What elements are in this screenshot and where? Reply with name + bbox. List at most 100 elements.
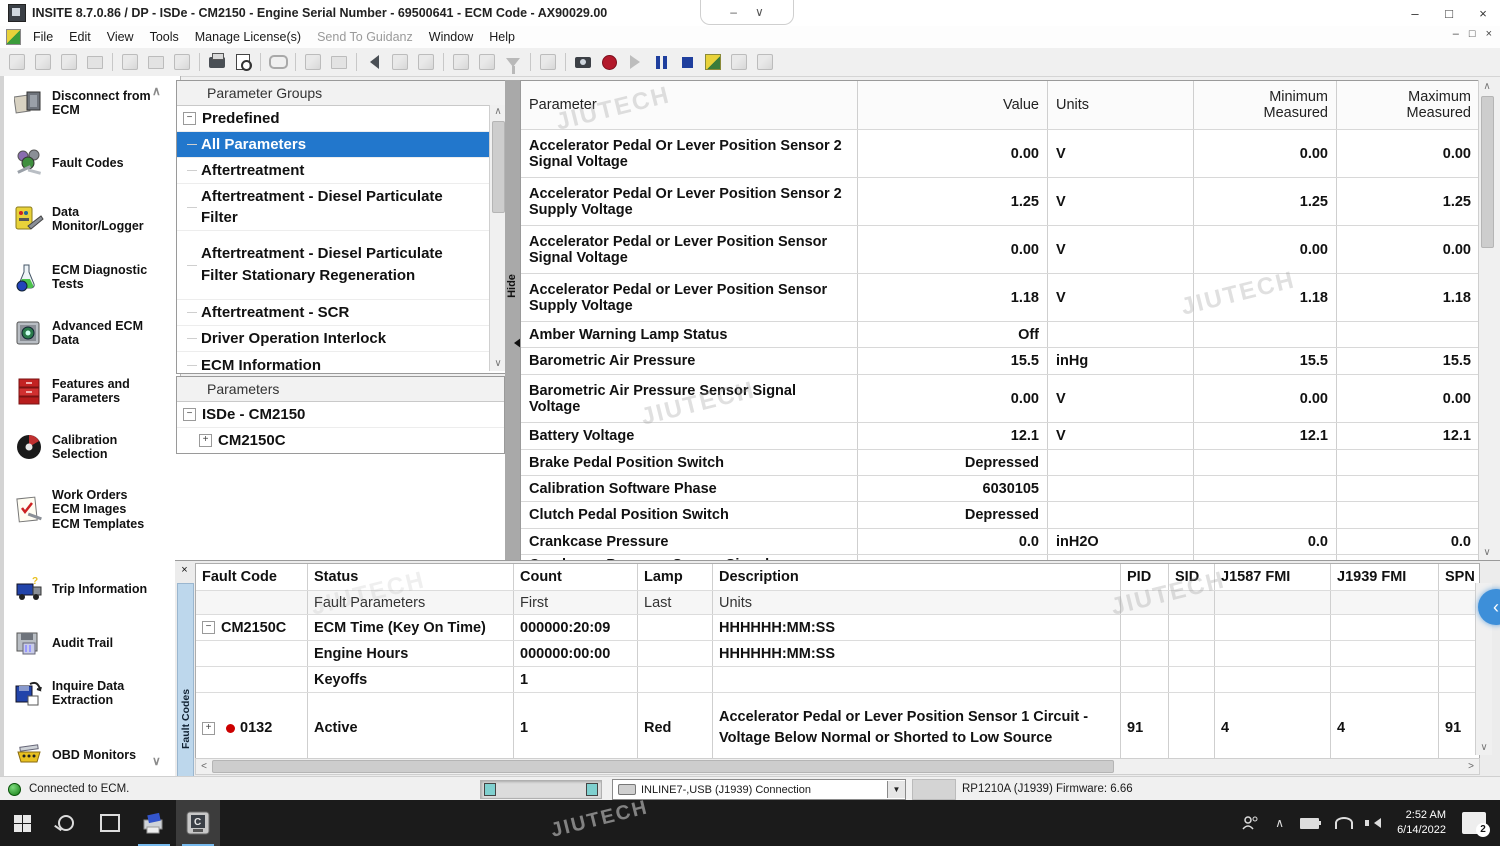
fault-group-row[interactable]: −CM2150C ECM Time (Key On Time) 000000:2… — [196, 615, 1479, 641]
column-header-spn[interactable]: SPN — [1439, 564, 1479, 590]
sidebar-item-trip-information[interactable]: ? Trip Information — [14, 574, 168, 604]
column-header-description[interactable]: Description — [713, 564, 1121, 590]
audio-alert-icon[interactable] — [362, 51, 386, 73]
scroll-down-icon[interactable]: ∨ — [1479, 546, 1495, 560]
scroll-left-icon[interactable]: < — [196, 761, 212, 772]
scrollbar-thumb[interactable] — [1481, 96, 1494, 248]
taskbar-app-insite[interactable]: C — [176, 800, 220, 846]
play-icon[interactable] — [623, 51, 647, 73]
view-grid-icon[interactable] — [727, 51, 751, 73]
export-icon[interactable] — [449, 51, 473, 73]
battery-icon[interactable] — [1300, 818, 1319, 829]
column-header-count[interactable]: Count — [514, 564, 638, 590]
tree-node-aftertreatment-scr[interactable]: Aftertreatment - SCR — [177, 300, 506, 326]
column-header-fault-code[interactable]: Fault Code — [196, 564, 308, 590]
table-row[interactable]: Barometric Air Pressure Sensor Signal Vo… — [521, 375, 1479, 423]
tree-node-ecm-information[interactable]: ECM Information — [177, 352, 506, 378]
new-page-icon[interactable] — [536, 51, 560, 73]
close-button[interactable]: × — [1466, 1, 1500, 25]
sidebar-item-obd-monitors[interactable]: OBD Monitors — [14, 740, 168, 770]
hide-tab-label[interactable]: Hide — [506, 259, 518, 313]
fault-codes-vertical-tab[interactable]: Fault Codes — [177, 583, 194, 781]
edit-icon[interactable] — [57, 51, 81, 73]
tree-node-isde-cm2150[interactable]: − ISDe - CM2150 — [177, 402, 504, 428]
taskbar-search-button[interactable] — [44, 800, 88, 846]
sidebar-item-audit-trail[interactable]: Audit Trail — [14, 628, 168, 658]
menu-view[interactable]: View — [99, 28, 142, 46]
tab-expand-button[interactable]: ∨ — [755, 5, 764, 19]
reset-icon[interactable] — [5, 51, 29, 73]
cut-icon[interactable] — [118, 51, 142, 73]
snapshot-camera-icon[interactable] — [571, 51, 595, 73]
column-header-maximum[interactable]: Maximum Measured — [1337, 81, 1479, 129]
menu-edit[interactable]: Edit — [61, 28, 99, 46]
connect-icon[interactable] — [327, 51, 351, 73]
column-header-sid[interactable]: SID — [1169, 564, 1215, 590]
table-row[interactable]: Accelerator Pedal Or Lever Position Sens… — [521, 130, 1479, 178]
column-header-value[interactable]: Value — [858, 81, 1048, 129]
menu-manage-licenses[interactable]: Manage License(s) — [187, 28, 309, 46]
scrollbar-thumb[interactable] — [492, 121, 505, 213]
import-icon[interactable] — [475, 51, 499, 73]
tray-expand-chevron-icon[interactable]: ∧ — [1275, 816, 1284, 830]
maximize-button[interactable]: □ — [1432, 1, 1466, 25]
hide-splitter[interactable]: Hide — [505, 80, 520, 560]
speaker-icon[interactable] — [1369, 818, 1381, 828]
scroll-down-icon[interactable]: ∨ — [1476, 741, 1492, 755]
column-header-parameter[interactable]: Parameter — [521, 81, 858, 129]
mdi-close-button[interactable]: × — [1486, 28, 1492, 40]
refresh-icon[interactable] — [301, 51, 325, 73]
tree-node-aftertreatment-dpf-stationary[interactable]: Aftertreatment - Diesel Particulate Filt… — [177, 231, 506, 300]
sidebar-item-advanced-ecm-data[interactable]: Advanced ECM Data — [14, 318, 168, 348]
column-header-minimum[interactable]: Minimum Measured — [1194, 81, 1337, 129]
column-header-j1939-fmi[interactable]: J1939 FMI — [1331, 564, 1439, 590]
fault-row-0132[interactable]: +0132 Active 1 Red Accelerator Pedal or … — [196, 693, 1479, 761]
parameter-groups-scrollbar[interactable]: ∧ ∨ — [489, 105, 506, 371]
task-view-button[interactable] — [88, 800, 132, 846]
sidebar-item-features-parameters[interactable]: Features and Parameters — [14, 376, 168, 406]
table-row[interactable]: Accelerator Pedal or Lever Position Sens… — [521, 226, 1479, 274]
sidebar-item-calibration-selection[interactable]: Calibration Selection — [14, 432, 168, 462]
fault-group-row[interactable]: Engine Hours 000000:00:00 HHHHHH:MM:SS — [196, 641, 1479, 667]
connection-select[interactable]: INLINE7-,USB (J1939) Connection ▼ — [612, 779, 906, 800]
tab-collapse-button[interactable]: – — [730, 5, 737, 19]
copy-icon[interactable] — [144, 51, 168, 73]
fault-pane-close-icon[interactable]: × — [178, 564, 191, 577]
sidebar-item-data-monitor-logger[interactable]: Data Monitor/Logger — [14, 204, 168, 234]
ecm-image-icon[interactable] — [388, 51, 412, 73]
mdi-minimize-button[interactable]: – — [1453, 28, 1459, 40]
dropdown-arrow-icon[interactable]: ▼ — [887, 781, 905, 798]
collapse-expander-icon[interactable]: − — [202, 621, 215, 634]
sidebar-item-fault-codes[interactable]: Fault Codes — [14, 148, 168, 178]
table-row[interactable]: Calibration Software Phase 6030105 — [521, 476, 1479, 502]
print-icon[interactable] — [205, 51, 229, 73]
column-header-lamp[interactable]: Lamp — [638, 564, 713, 590]
menu-help[interactable]: Help — [481, 28, 523, 46]
parameter-table-scrollbar[interactable]: ∧ ∨ — [1478, 80, 1495, 560]
notification-center-icon[interactable]: 2 — [1462, 812, 1486, 834]
paste-icon[interactable] — [170, 51, 194, 73]
sidebar-item-work-orders[interactable]: Work Orders ECM Images ECM Templates — [14, 488, 168, 531]
wifi-icon[interactable] — [1335, 817, 1353, 829]
table-row[interactable]: Accelerator Pedal Or Lever Position Sens… — [521, 178, 1479, 226]
scroll-right-icon[interactable]: > — [1463, 761, 1479, 772]
menu-window[interactable]: Window — [421, 28, 481, 46]
column-header-j1587-fmi[interactable]: J1587 FMI — [1215, 564, 1331, 590]
tree-node-aftertreatment[interactable]: Aftertreatment — [177, 158, 506, 184]
tree-node-cm2150c[interactable]: + CM2150C — [177, 428, 504, 453]
fault-table-hscrollbar[interactable]: < > — [195, 758, 1480, 775]
pause-icon[interactable] — [649, 51, 673, 73]
table-row[interactable]: Brake Pedal Position Switch Depressed — [521, 450, 1479, 476]
start-button[interactable] — [0, 800, 44, 846]
find-icon[interactable] — [266, 51, 290, 73]
workorder-image-icon[interactable] — [83, 51, 107, 73]
sidebar-item-inquire-data-extraction[interactable]: Inquire Data Extraction — [14, 678, 168, 708]
print-preview-icon[interactable] — [231, 51, 255, 73]
column-header-status[interactable]: Status — [308, 564, 514, 590]
taskbar-clock[interactable]: 2:52 AM 6/14/2022 — [1397, 808, 1446, 838]
table-row[interactable]: Amber Warning Lamp Status Off — [521, 322, 1479, 348]
taskbar-app-print-utility[interactable] — [132, 800, 176, 846]
table-row[interactable]: Battery Voltage 12.1 V 12.1 12.1 — [521, 423, 1479, 450]
fault-group-row[interactable]: Keyoffs 1 — [196, 667, 1479, 693]
minimize-button[interactable]: – — [1398, 1, 1432, 25]
